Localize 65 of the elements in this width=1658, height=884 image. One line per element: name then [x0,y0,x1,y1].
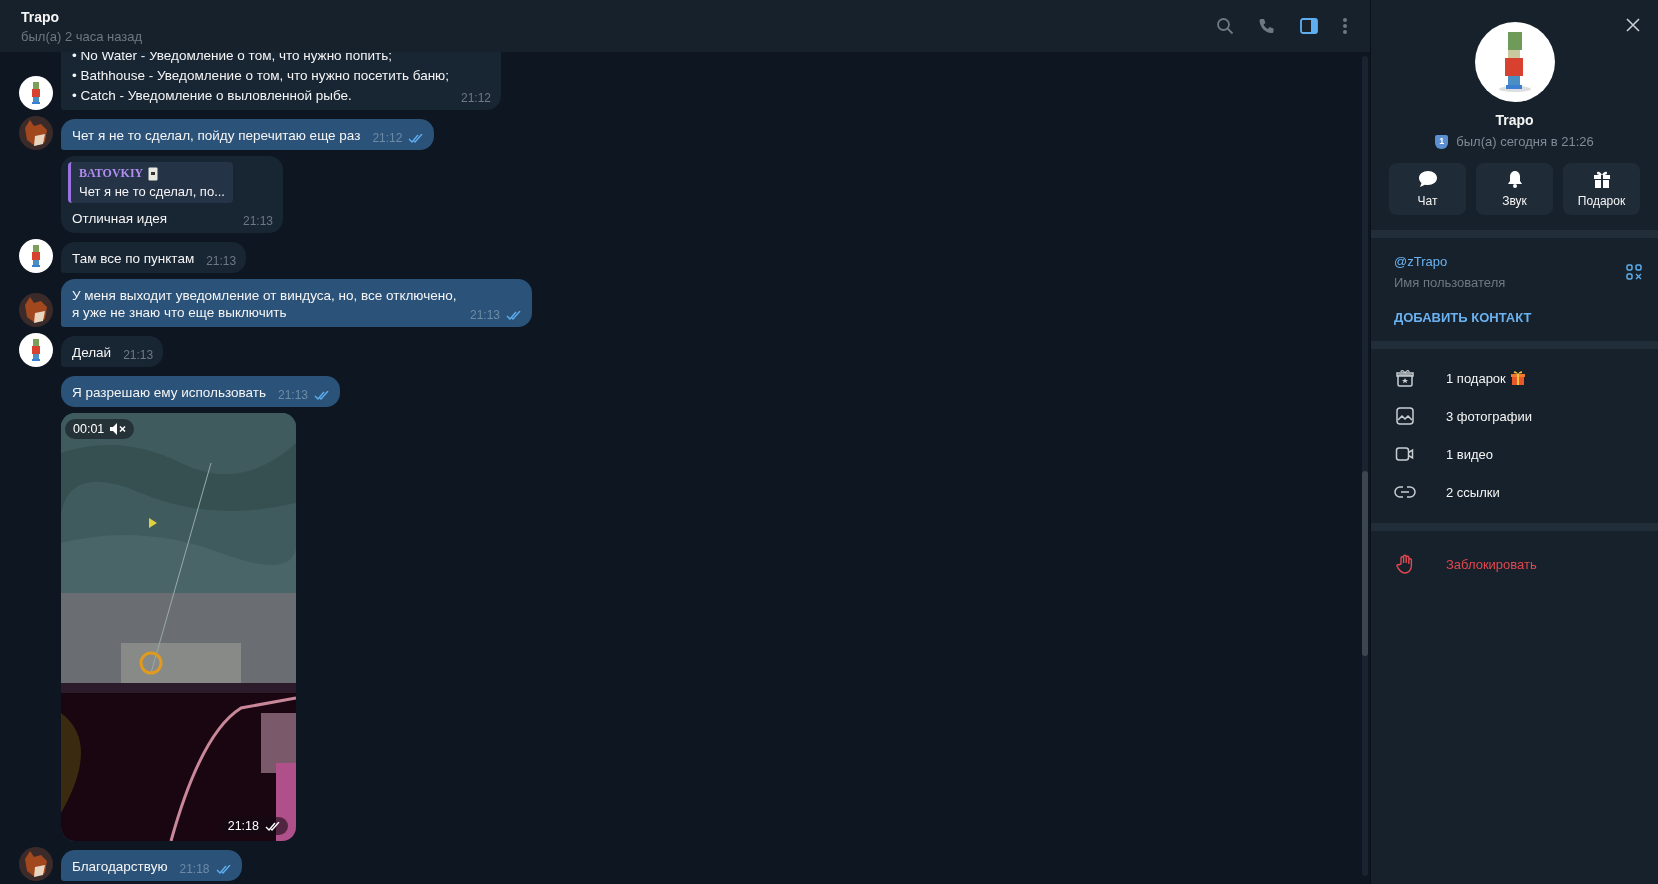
message-time: 21:18 [179,862,210,876]
reply-author: BATOVKIY [79,166,144,181]
sidebar-toggle-icon[interactable] [1300,18,1318,34]
message-time: 21:13 [123,348,154,362]
media-list-item[interactable]: 2 ссылки [1371,473,1658,511]
media-count-label: 1 видео [1446,446,1494,462]
username-label: Имя пользователя [1394,275,1506,290]
gift-icon [1394,368,1416,388]
message-text: Я разрешаю ему использовать [72,384,266,401]
media-list-item[interactable]: 3 фотографии [1371,397,1658,435]
media-list-item[interactable]: 1 видео [1371,435,1658,473]
search-icon[interactable] [1216,17,1234,35]
profile-action-button[interactable]: Звук [1476,163,1553,215]
block-user-item[interactable]: Заблокировать [1371,539,1658,589]
media-count-label: 2 ссылки [1446,484,1500,500]
message-time: 21:18 [227,819,259,833]
level-badge: 1 [1435,134,1449,149]
message-time: 21:12 [461,91,491,105]
profile-action-button[interactable]: Чат [1389,163,1466,215]
gift-icon [1592,170,1611,188]
message-text: У меня выходит уведомление от виндуса, но, все отключено, я уже не знаю что еще выключить [72,287,458,321]
profile-name: Trapo [1495,112,1534,128]
message-text: Чет я не то сделал, пойду перечитаю еще раз [72,127,361,144]
more-icon[interactable] [1342,17,1348,35]
last-seen-status: был(а) сегодня в 21:26 [1456,134,1594,149]
last-seen-status: был(а) 2 часа назад [21,28,143,44]
message-time: 21:13 [277,388,308,402]
message-text: Делай [72,344,112,361]
user-avatar[interactable] [19,293,53,327]
card-emoji-icon [148,166,159,181]
user-avatar[interactable] [19,333,53,367]
block-label: Заблокировать [1446,556,1537,572]
user-avatar[interactable] [19,847,53,881]
message-time: 21:13 [206,254,237,268]
reply-text: Чет я не то сделал, по... [79,184,225,199]
media-count-label: 1 подарок [1446,370,1506,386]
profile-action-button[interactable]: Подарок [1563,163,1640,215]
muted-speaker-icon[interactable] [110,423,127,435]
chat-bubble-icon [1417,170,1438,188]
bell-icon [1506,170,1523,188]
add-contact-button[interactable]: ДОБАВИТЬ КОНТАКТ [1371,298,1555,341]
close-icon[interactable] [1626,18,1640,32]
message-text: • Catch - Уведомление о выловленной рыбе. [72,87,353,104]
image-icon [1394,406,1416,426]
chat-title[interactable]: Trapo [21,8,143,25]
user-avatar[interactable] [19,239,53,273]
message-time: 21:13 [242,214,273,228]
user-avatar[interactable] [19,116,53,150]
phone-icon[interactable] [1258,17,1276,35]
reply-quote[interactable]: BATOVKIY Чет я не то сделал, по... [68,162,233,203]
media-count-label: 3 фотографии [1446,408,1532,424]
message-text: Благодарствую [72,858,168,875]
message-text: Там все по пунктам [72,250,195,267]
message-text: Отличная идея [72,210,169,227]
media-list-item[interactable]: 1 подарок [1371,359,1658,397]
message-text: • Bathhouse - Уведомление о том, что нужно посетить баню; [72,67,449,84]
message-time: 21:13 [469,308,500,322]
user-avatar[interactable] [19,76,53,110]
scrollbar[interactable] [1362,56,1368,876]
username-link[interactable]: @zTrapo [1394,254,1506,269]
message-time: 21:12 [372,131,403,145]
video-duration: 00:01 [73,422,105,436]
video-camera-icon [1394,444,1416,464]
qr-code-icon[interactable] [1626,264,1642,280]
video-message[interactable]: 00:01 21:18 [61,413,296,841]
